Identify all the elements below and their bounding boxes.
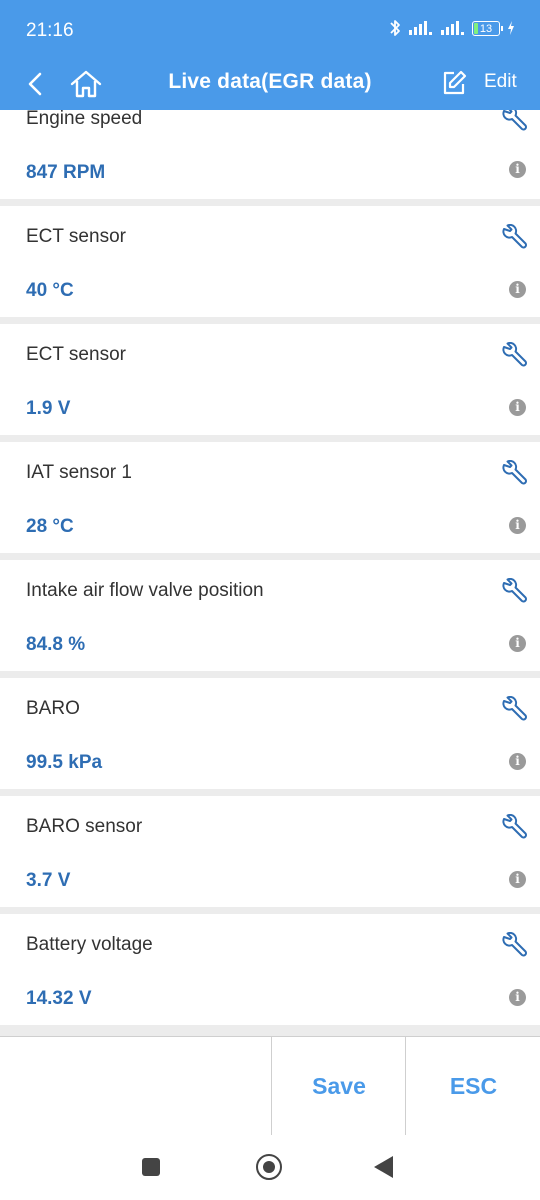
- system-nav-bar: [0, 1136, 540, 1200]
- recents-icon[interactable]: [142, 1158, 160, 1176]
- status-time: 21:16: [26, 20, 74, 41]
- charging-icon: [508, 21, 514, 35]
- info-icon[interactable]: i: [509, 281, 526, 298]
- item-value: 28 °C: [26, 516, 74, 537]
- item-value: 1.9 V: [26, 398, 71, 419]
- item-label: Engine speed: [26, 110, 143, 129]
- wrench-icon[interactable]: [500, 460, 528, 488]
- edit-icon: [443, 70, 467, 95]
- item-value: 14.32 V: [26, 988, 92, 1009]
- wrench-icon[interactable]: [500, 224, 528, 252]
- info-icon[interactable]: i: [509, 635, 526, 652]
- battery-icon: 13: [472, 20, 503, 36]
- list-item[interactable]: BARO 99.5 kPa i: [0, 678, 540, 789]
- list-item[interactable]: ECT sensor 1.9 V i: [0, 324, 540, 435]
- item-label: ECT sensor: [26, 344, 126, 365]
- info-icon[interactable]: i: [509, 753, 526, 770]
- info-icon[interactable]: i: [509, 871, 526, 888]
- info-icon[interactable]: i: [509, 517, 526, 534]
- esc-button[interactable]: ESC: [405, 1037, 540, 1135]
- wrench-icon[interactable]: [500, 696, 528, 724]
- item-value: 99.5 kPa: [26, 752, 103, 773]
- item-label: BARO sensor: [26, 816, 143, 837]
- app-bar: Live data(EGR data) Edit: [0, 58, 540, 110]
- back-nav-icon[interactable]: [374, 1156, 393, 1178]
- bottom-action-bar: Save ESC: [0, 1036, 540, 1136]
- wrench-icon[interactable]: [500, 932, 528, 960]
- wrench-icon[interactable]: [500, 578, 528, 606]
- battery-level: 13: [479, 22, 493, 35]
- info-icon[interactable]: i: [509, 399, 526, 416]
- list-item[interactable]: BARO sensor 3.7 V i: [0, 796, 540, 907]
- wrench-icon[interactable]: [500, 110, 528, 134]
- info-icon[interactable]: i: [509, 161, 526, 178]
- edit-icon-button[interactable]: [438, 66, 470, 100]
- item-label: IAT sensor 1: [26, 462, 132, 483]
- list-item[interactable]: ECT sensor 40 °C i: [0, 206, 540, 317]
- item-label: BARO: [26, 698, 80, 719]
- save-button[interactable]: Save: [271, 1037, 406, 1135]
- item-value: 40 °C: [26, 280, 74, 301]
- list-item[interactable]: Battery voltage 14.32 V i: [0, 914, 540, 1025]
- item-value: 84.8 %: [26, 634, 86, 655]
- item-label: ECT sensor: [26, 226, 126, 247]
- list-item[interactable]: Intake air flow valve position 84.8 % i: [0, 560, 540, 671]
- item-label: Battery voltage: [26, 934, 153, 955]
- edit-button[interactable]: Edit: [484, 71, 517, 93]
- signal-icon: [409, 21, 432, 35]
- wrench-icon[interactable]: [500, 814, 528, 842]
- home-nav-icon[interactable]: [256, 1154, 282, 1180]
- status-bar: 21:16 13: [0, 0, 540, 58]
- list-item[interactable]: IAT sensor 1 28 °C i: [0, 442, 540, 553]
- info-icon[interactable]: i: [509, 989, 526, 1006]
- wrench-icon[interactable]: [500, 342, 528, 370]
- live-data-list[interactable]: Engine speed 847 RPM i ECT sensor 40 °C …: [0, 110, 540, 1036]
- list-item[interactable]: Engine speed 847 RPM i: [0, 110, 540, 199]
- item-value: 847 RPM: [26, 162, 106, 183]
- item-label: Intake air flow valve position: [26, 580, 264, 601]
- status-icons: 13: [388, 18, 516, 38]
- item-value: 3.7 V: [26, 870, 71, 891]
- signal-icon: [441, 21, 464, 35]
- bluetooth-icon: [390, 20, 400, 36]
